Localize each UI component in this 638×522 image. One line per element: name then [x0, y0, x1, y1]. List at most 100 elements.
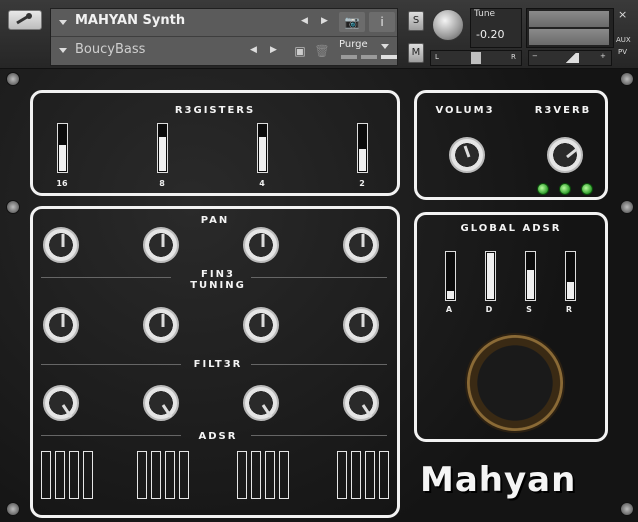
pan-knob-3[interactable]	[243, 227, 279, 263]
next-patch-icon[interactable]: ▶	[270, 45, 277, 55]
screw-icon	[620, 200, 634, 214]
adsr-bar[interactable]	[337, 451, 347, 499]
prev-patch-icon[interactable]: ◀	[250, 45, 257, 55]
adsr-bar[interactable]	[41, 451, 51, 499]
adsr-bar[interactable]	[83, 451, 93, 499]
reverb-led-2[interactable]	[559, 183, 571, 195]
fine-tuning-section-title: FIN3 TUNING	[190, 269, 246, 291]
adsr-bar[interactable]	[379, 451, 389, 499]
instrument-row: MAHYAN Synth ◀ ▶ 📷 i	[51, 9, 397, 37]
instrument-header: MAHYAN Synth ◀ ▶ 📷 i BoucyBass ◀ ▶ ▣ 🗑 P…	[50, 8, 398, 66]
level-meters	[526, 8, 614, 48]
pan-right-label: R	[511, 53, 516, 61]
reverb-led-3[interactable]	[581, 183, 593, 195]
screw-icon	[620, 502, 634, 516]
adsr-bar[interactable]	[251, 451, 261, 499]
reverb-led-1[interactable]	[537, 183, 549, 195]
fine-tune-knob-3[interactable]	[243, 307, 279, 343]
filter-knob-1[interactable]	[43, 385, 79, 421]
volume-slider[interactable]: − +	[528, 50, 612, 66]
volume-title: VOLUM3	[435, 105, 495, 116]
adsr-bar[interactable]	[69, 451, 79, 499]
adsr-group-4[interactable]	[337, 451, 393, 501]
reverb-title: R3VERB	[534, 105, 592, 116]
global-decay-label: D	[485, 305, 493, 314]
pan-left-label: L	[435, 53, 439, 61]
adsr-bar[interactable]	[365, 451, 375, 499]
global-release-slider[interactable]	[565, 251, 576, 301]
volume-handle[interactable]	[563, 53, 579, 63]
pan-knob-4[interactable]	[343, 227, 379, 263]
pan-handle[interactable]	[471, 52, 481, 64]
adsr-bar[interactable]	[265, 451, 275, 499]
chevron-down-icon[interactable]	[59, 20, 67, 25]
save-icon[interactable]: ▣	[291, 41, 309, 61]
adsr-section-title: ADSR	[198, 431, 238, 442]
pv-label[interactable]: PV	[618, 48, 627, 56]
register-16-slider[interactable]	[57, 123, 68, 173]
registers-title: R3GISTERS	[174, 105, 256, 116]
fine-tune-knob-4[interactable]	[343, 307, 379, 343]
prev-instrument-icon[interactable]: ◀	[301, 16, 308, 26]
divider	[41, 277, 171, 278]
mute-button[interactable]: M	[408, 43, 424, 63]
register-4-slider[interactable]	[257, 123, 268, 173]
adsr-bar[interactable]	[137, 451, 147, 499]
chevron-down-icon[interactable]	[59, 48, 67, 53]
pan-slider[interactable]: L R	[430, 50, 522, 66]
close-icon[interactable]: ×	[618, 8, 627, 21]
divider	[41, 364, 181, 365]
global-attack-slider[interactable]	[445, 251, 456, 301]
pan-knob-1[interactable]	[43, 227, 79, 263]
delete-icon[interactable]: 🗑	[313, 41, 331, 61]
fine-tune-knob-2[interactable]	[143, 307, 179, 343]
global-adsr-panel: GLOBAL ADSR A D S R	[414, 212, 608, 442]
info-icon[interactable]: i	[369, 12, 395, 32]
global-decay-slider[interactable]	[485, 251, 496, 301]
purge-dropdown[interactable]: Purge	[339, 39, 368, 50]
register-4-label: 4	[259, 179, 265, 188]
instrument-name[interactable]: MAHYAN Synth	[75, 13, 185, 28]
adsr-bar[interactable]	[351, 451, 361, 499]
adsr-bar[interactable]	[279, 451, 289, 499]
volume-knob[interactable]	[449, 137, 485, 173]
aux-label[interactable]: AUX	[616, 36, 631, 44]
filter-knob-2[interactable]	[143, 385, 179, 421]
purge-chevron-icon[interactable]	[381, 44, 389, 49]
reverb-knob[interactable]	[547, 137, 583, 173]
global-sustain-slider[interactable]	[525, 251, 536, 301]
fine-tune-knob-1[interactable]	[43, 307, 79, 343]
global-sustain-label: S	[526, 305, 532, 314]
adsr-bar[interactable]	[55, 451, 65, 499]
adsr-group-1[interactable]	[41, 451, 97, 501]
tune-knob[interactable]	[432, 9, 464, 41]
register-2-slider[interactable]	[357, 123, 368, 173]
voice-controls-panel: PAN FIN3 TUNING FILT3R ADSR	[30, 206, 400, 518]
adsr-bar[interactable]	[165, 451, 175, 499]
adsr-bar[interactable]	[179, 451, 189, 499]
global-adsr-title: GLOBAL ADSR	[460, 223, 562, 234]
tune-value[interactable]: -0.20	[476, 28, 504, 41]
adsr-group-2[interactable]	[137, 451, 193, 501]
camera-icon[interactable]: 📷	[339, 12, 365, 32]
screw-icon	[6, 72, 20, 86]
meter-right	[529, 29, 609, 45]
patch-name[interactable]: BoucyBass	[75, 42, 145, 57]
solo-button[interactable]: S	[408, 11, 424, 31]
filter-section-title: FILT3R	[193, 359, 243, 370]
speaker-grille	[465, 333, 565, 433]
volume-minus-label: −	[532, 52, 538, 60]
adsr-group-3[interactable]	[237, 451, 293, 501]
global-release-label: R	[565, 305, 573, 314]
tune-label: Tune	[474, 9, 496, 19]
wrench-button[interactable]	[8, 10, 42, 30]
register-8-slider[interactable]	[157, 123, 168, 173]
pan-knob-2[interactable]	[143, 227, 179, 263]
pan-section-title: PAN	[200, 215, 230, 226]
adsr-bar[interactable]	[151, 451, 161, 499]
purge-indicator	[361, 55, 377, 59]
next-instrument-icon[interactable]: ▶	[321, 16, 328, 26]
adsr-bar[interactable]	[237, 451, 247, 499]
filter-knob-3[interactable]	[243, 385, 279, 421]
filter-knob-4[interactable]	[343, 385, 379, 421]
